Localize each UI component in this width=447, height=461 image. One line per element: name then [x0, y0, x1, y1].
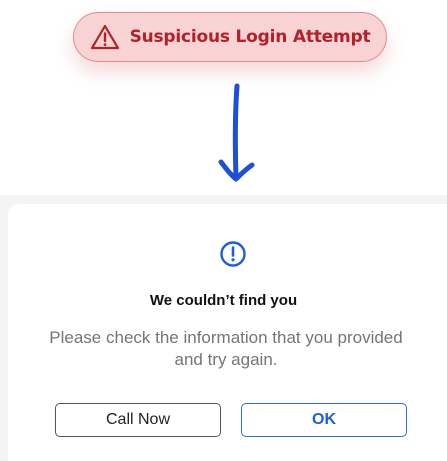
alert-text: Suspicious Login Attempt [129, 27, 371, 47]
suspicious-login-alert: Suspicious Login Attempt [73, 12, 387, 62]
down-arrow-icon [218, 83, 255, 182]
info-exclamation-icon [220, 241, 246, 267]
dialog-message: Please check the information that you pr… [49, 328, 403, 369]
dialog-title: We couldn’t find you [149, 292, 298, 309]
ok-button[interactable]: OK [241, 403, 407, 437]
warning-triangle-icon [90, 24, 119, 50]
call-now-button[interactable]: Call Now [55, 403, 221, 437]
